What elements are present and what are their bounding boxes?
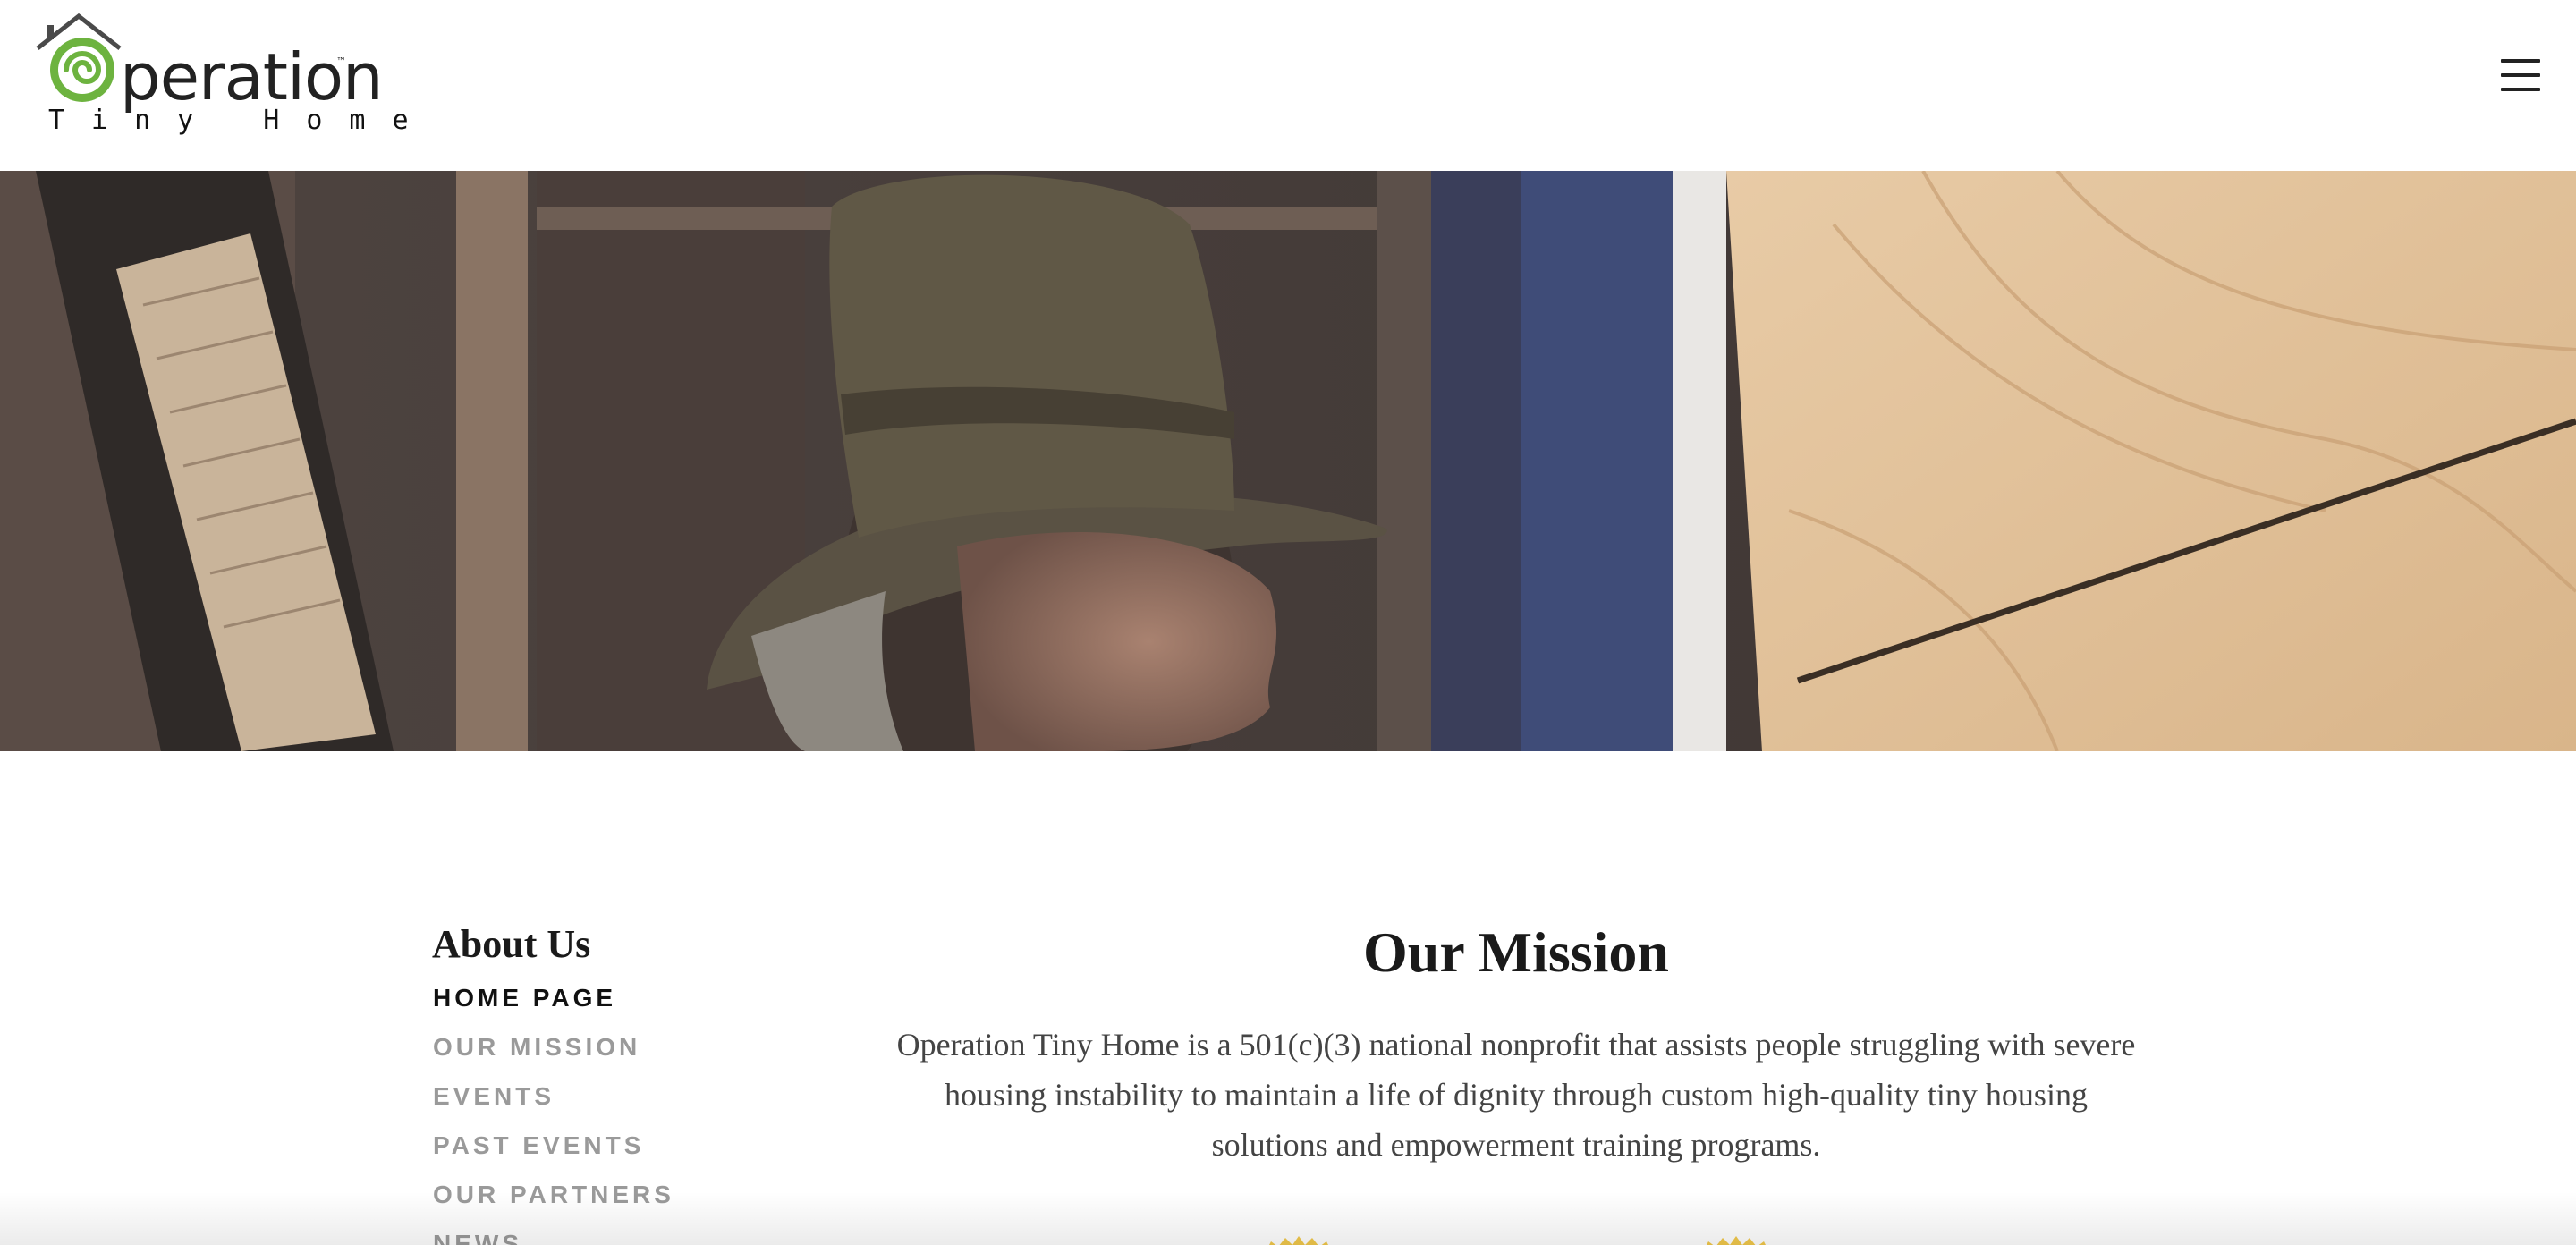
hero-image: [0, 171, 2576, 751]
page-title: Our Mission: [1363, 920, 1669, 984]
menu-bar: [2501, 88, 2540, 91]
main-content: About Us HOME PAGE OUR MISSION EVENTS PA…: [0, 751, 2576, 1245]
logo-wordmark: peration: [120, 39, 384, 114]
sidebar-item-events[interactable]: EVENTS: [433, 1084, 737, 1133]
logo-tagline: Tiny Home: [48, 105, 436, 136]
menu-bar: [2501, 59, 2540, 63]
logo-trademark: ™: [336, 55, 346, 67]
seal-badge-icon: [1707, 1236, 1766, 1245]
sidebar-nav: HOME PAGE OUR MISSION EVENTS PAST EVENTS…: [433, 986, 737, 1245]
sidebar-item-our-partners[interactable]: OUR PARTNERS: [433, 1182, 737, 1232]
hero-photo-man-in-hat: [0, 171, 2576, 751]
mission-statement: Operation Tiny Home is a 501(c)(3) natio…: [896, 1027, 2136, 1163]
site-header: peration ™ Tiny Home: [0, 0, 2576, 171]
sidebar-item-our-mission[interactable]: OUR MISSION: [433, 1035, 737, 1084]
sidebar-item-news[interactable]: NEWS: [433, 1232, 737, 1245]
sidebar-item-home-page[interactable]: HOME PAGE: [433, 986, 737, 1035]
site-logo[interactable]: peration ™ Tiny Home: [34, 13, 409, 138]
sidebar-title: About Us: [432, 922, 591, 966]
seal-badge-icon: [1269, 1236, 1328, 1245]
menu-bar: [2501, 73, 2540, 77]
sidebar-item-past-events[interactable]: PAST EVENTS: [433, 1133, 737, 1182]
hamburger-menu-icon[interactable]: [2501, 59, 2540, 91]
